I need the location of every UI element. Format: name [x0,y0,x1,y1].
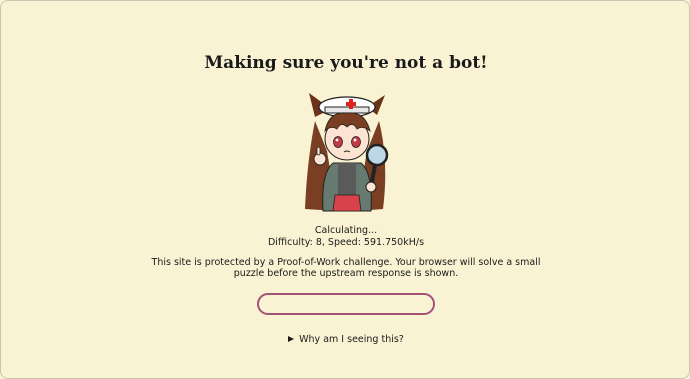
details-summary: Why am I seeing this? [299,334,404,345]
challenge-page: Making sure you're not a bot! Calculatin… [0,0,690,379]
mascot-icon [297,91,397,216]
why-details-toggle[interactable]: Why am I seeing this? [1,334,689,345]
challenge-notice: This site is protected by a Proof-of-Wor… [151,257,541,279]
progress-bar [257,293,435,315]
disclosure-triangle-icon [288,336,295,342]
status-state: Calculating... [314,225,378,236]
status-text: Calculating... Difficulty: 8, Speed: 591… [1,225,689,249]
status-metrics: Difficulty: 8, Speed: 591.750kH/s [267,237,425,248]
page-title: Making sure you're not a bot! [204,53,488,73]
